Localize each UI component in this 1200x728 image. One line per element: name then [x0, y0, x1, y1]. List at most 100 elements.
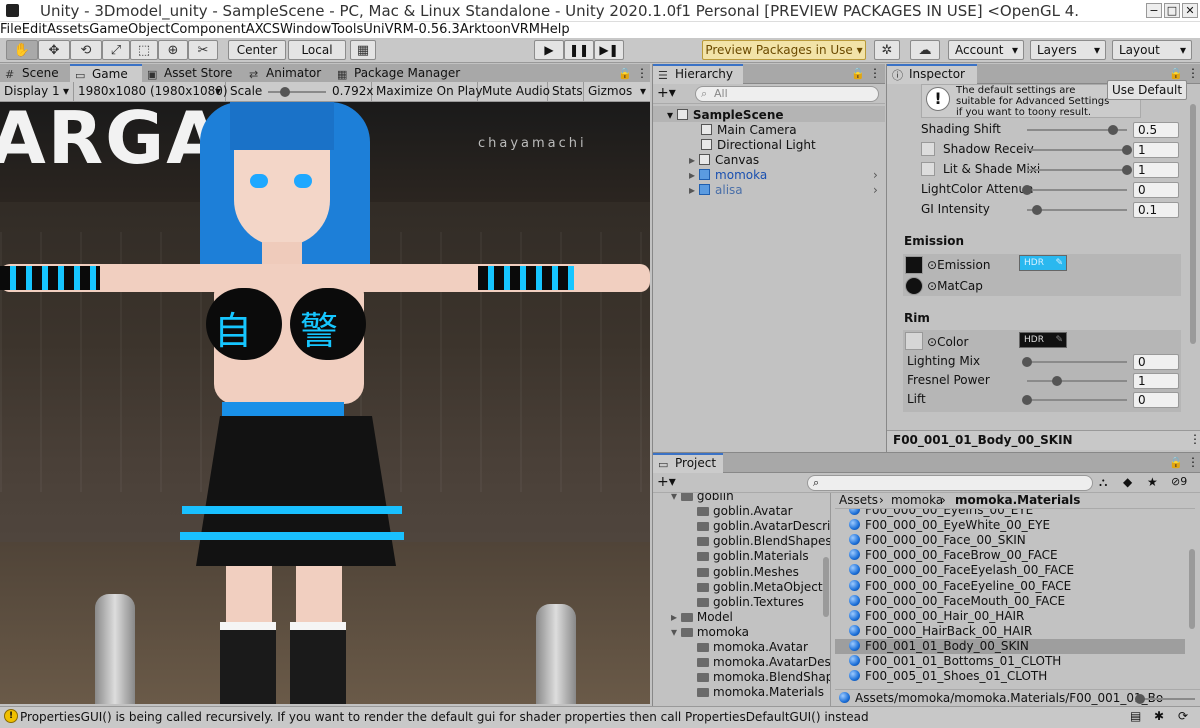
filter-type-icon[interactable]: ⛬ [1099, 475, 1107, 490]
grid-snap-button[interactable]: ▦ [350, 40, 376, 60]
maximize-button[interactable]: □ [1164, 3, 1180, 18]
folder-tree-item[interactable]: ▾ momoka [671, 625, 749, 640]
expand-arrow-icon[interactable]: ▸ [689, 168, 695, 182]
project-search-input[interactable]: ⌕ [807, 475, 1093, 491]
hierarchy-item-samplescene[interactable]: ▾ SampleScene [667, 108, 784, 123]
create-asset-button[interactable]: +▾ [657, 474, 676, 490]
folder-tree-item[interactable]: goblin.Textures [697, 595, 804, 610]
lock-icon[interactable]: 🔒 [851, 67, 865, 80]
property-value-field[interactable]: 1 [1133, 142, 1179, 158]
step-button[interactable]: ▶❚ [594, 40, 624, 60]
services-button[interactable]: ✲ [874, 40, 900, 60]
expand-arrow-icon[interactable]: ▸ [689, 153, 695, 167]
chevron-right-icon[interactable]: › [873, 168, 878, 183]
folder-tree-item[interactable]: goblin.Materials [697, 549, 809, 564]
collab-icon[interactable]: ⟳ [1178, 709, 1188, 723]
property-slider[interactable] [1027, 189, 1127, 191]
favorite-icon[interactable]: ★ [1147, 475, 1158, 489]
folder-tree-item[interactable]: ▸ Model [671, 610, 733, 625]
rect-tool-button[interactable]: ⬚ [130, 40, 158, 60]
slider-knob[interactable] [1022, 395, 1032, 405]
breadcrumb-momoka[interactable]: momoka [891, 493, 943, 508]
material-file-item[interactable]: F00_005_01_Shoes_01_CLOTH [835, 669, 1185, 684]
material-file-item[interactable]: F00_000_00_EyeIris_00_EYE [835, 509, 1185, 518]
texture-slot[interactable] [921, 142, 935, 156]
slider-knob[interactable] [1108, 125, 1118, 135]
cloud-button[interactable]: ☁ [910, 40, 940, 60]
layout-dropdown[interactable]: Layout ▾ [1112, 40, 1192, 60]
slider-knob[interactable] [1122, 145, 1132, 155]
folder-tree-item[interactable]: goblin.MetaObject [697, 580, 823, 595]
menu-help[interactable]: Help [540, 22, 570, 38]
property-slider[interactable] [1027, 149, 1127, 151]
pause-button[interactable]: ❚❚ [564, 40, 594, 60]
transform-tool-button[interactable]: ⊕ [158, 40, 188, 60]
tab-package-manager[interactable]: ▦ Package Manager [332, 64, 472, 84]
property-value-field[interactable]: 0.1 [1133, 202, 1179, 218]
move-tool-button[interactable]: ✥ [38, 40, 70, 60]
menu-component[interactable]: Component [170, 22, 245, 38]
layers-dropdown[interactable]: Layers ▾ [1030, 40, 1106, 60]
material-file-item[interactable]: F00_001_01_Body_00_SKIN [835, 638, 1185, 654]
lock-icon[interactable]: 🔒 [1169, 456, 1183, 469]
more-options-icon[interactable]: ⋮ [1187, 66, 1199, 80]
material-file-item[interactable]: F00_000_00_EyeWhite_00_EYE [835, 518, 1185, 533]
folder-tree-item[interactable]: momoka.Avatar [697, 640, 808, 655]
hierarchy-item-momoka[interactable]: ▸ momoka [689, 168, 767, 183]
expand-arrow-icon[interactable]: ▸ [671, 610, 681, 624]
material-file-item[interactable]: F00_001_01_Bottoms_01_CLOTH [835, 654, 1185, 669]
slider-knob[interactable] [1022, 357, 1032, 367]
collapse-arrow-icon[interactable]: ▾ [671, 625, 681, 639]
slider-knob[interactable] [1052, 376, 1062, 386]
rotate-tool-button[interactable]: ⟲ [70, 40, 102, 60]
use-default-button[interactable]: Use Default [1107, 80, 1187, 100]
more-options-icon[interactable]: ⋮ [1189, 432, 1200, 446]
folder-tree-item[interactable]: momoka.AvatarDesc [697, 655, 830, 670]
folder-tree-item[interactable]: goblin.Meshes [697, 565, 799, 580]
emission-texture-slot[interactable] [905, 256, 923, 274]
breadcrumb-materials[interactable]: momoka.Materials [955, 493, 1080, 508]
scale-tool-button[interactable]: ⤢ [102, 40, 130, 60]
files-scrollbar[interactable] [1189, 549, 1195, 629]
property-value-field[interactable]: 0 [1133, 182, 1179, 198]
mute-audio-toggle[interactable]: Mute Audio [478, 82, 550, 102]
menu-vrm[interactable]: VRM [511, 22, 540, 38]
property-slider[interactable] [1027, 169, 1127, 171]
property-slider[interactable] [1027, 361, 1127, 363]
hierarchy-item-main-camera[interactable]: Main Camera [701, 123, 797, 138]
collapse-arrow-icon[interactable]: ▾ [667, 108, 677, 122]
more-options-icon[interactable]: ⋮ [1187, 455, 1199, 469]
menu-edit[interactable]: Edit [22, 22, 47, 38]
chevron-right-icon[interactable]: › [873, 183, 878, 198]
slider-knob[interactable] [1122, 165, 1132, 175]
hierarchy-item-canvas[interactable]: ▸ Canvas [689, 153, 759, 168]
material-file-item[interactable]: F00_000_HairBack_00_HAIR [835, 624, 1185, 639]
rim-texture-slot[interactable] [905, 332, 923, 350]
property-value-field[interactable]: 1 [1133, 373, 1179, 389]
menu-arktoon[interactable]: Arktoon [460, 22, 511, 38]
resolution-dropdown[interactable]: 1980x1080 (1980x1080) ▾ [74, 82, 228, 102]
property-value-field[interactable]: 1 [1133, 162, 1179, 178]
material-file-item[interactable]: F00_000_00_FaceBrow_00_FACE [835, 548, 1185, 563]
folder-tree-item[interactable]: goblin.BlendShapes [697, 534, 830, 549]
account-dropdown[interactable]: Account ▾ [948, 40, 1024, 60]
emission-hdr-color[interactable]: HDR ✎ [1019, 255, 1067, 271]
menu-tools[interactable]: Tools [331, 22, 363, 38]
menu-axcs[interactable]: AXCS [246, 22, 280, 38]
more-options-icon[interactable]: ⋮ [869, 66, 881, 80]
folder-tree-item[interactable]: momoka.BlendShape [697, 670, 830, 685]
hierarchy-item-alisa[interactable]: ▸ alisa [689, 183, 743, 198]
close-button[interactable]: ✕ [1182, 3, 1198, 18]
material-file-item[interactable]: F00_000_00_FaceMouth_00_FACE [835, 594, 1185, 609]
tab-game[interactable]: ▭ Game [70, 64, 142, 84]
tab-inspector[interactable]: ⓘ Inspector [887, 64, 977, 84]
property-slider[interactable] [1027, 209, 1127, 211]
menu-file[interactable]: File [0, 22, 22, 38]
lock-icon[interactable]: 🔒 [1169, 67, 1183, 80]
tab-project[interactable]: ▭ Project [653, 453, 723, 473]
scale-slider-knob[interactable] [280, 87, 290, 97]
inspector-scrollbar[interactable] [1190, 104, 1196, 344]
breadcrumb-assets[interactable]: Assets [839, 493, 878, 508]
hidden-count-badge[interactable]: ⊘9 [1171, 475, 1187, 488]
pivot-center-button[interactable]: Center [228, 40, 286, 60]
